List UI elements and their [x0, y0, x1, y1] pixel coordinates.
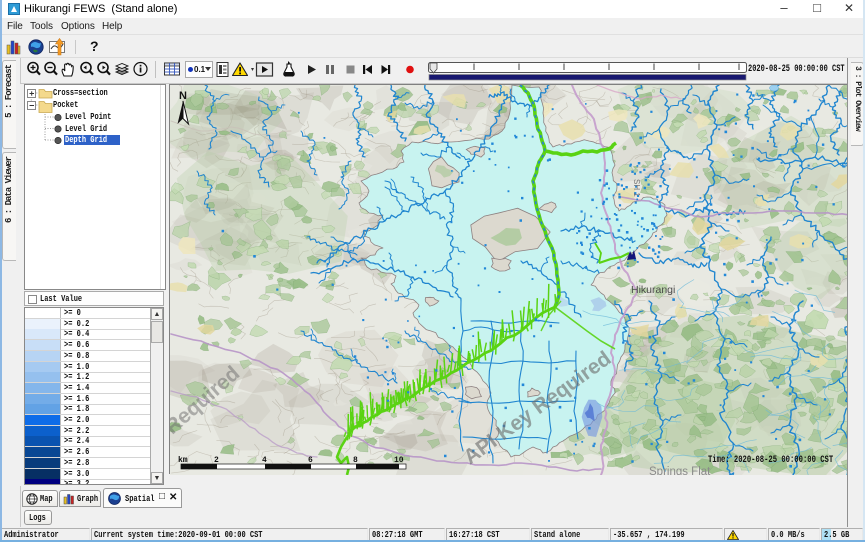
svg-text:Time: 2020-08-25 00:00:00 CST: Time: 2020-08-25 00:00:00 CST: [708, 454, 833, 465]
svg-text:SH 1: SH 1: [632, 179, 641, 197]
svg-text:6: 6: [308, 456, 313, 465]
svg-text:2: 2: [214, 456, 219, 465]
svg-text:4: 4: [262, 456, 267, 465]
svg-text:8: 8: [353, 456, 358, 465]
svg-text:10: 10: [394, 456, 404, 465]
svg-text:Hikurangi: Hikurangi: [631, 284, 675, 296]
svg-text:Springs Flat: Springs Flat: [649, 466, 711, 475]
svg-text:km: km: [178, 456, 188, 465]
svg-text:N: N: [179, 90, 187, 102]
